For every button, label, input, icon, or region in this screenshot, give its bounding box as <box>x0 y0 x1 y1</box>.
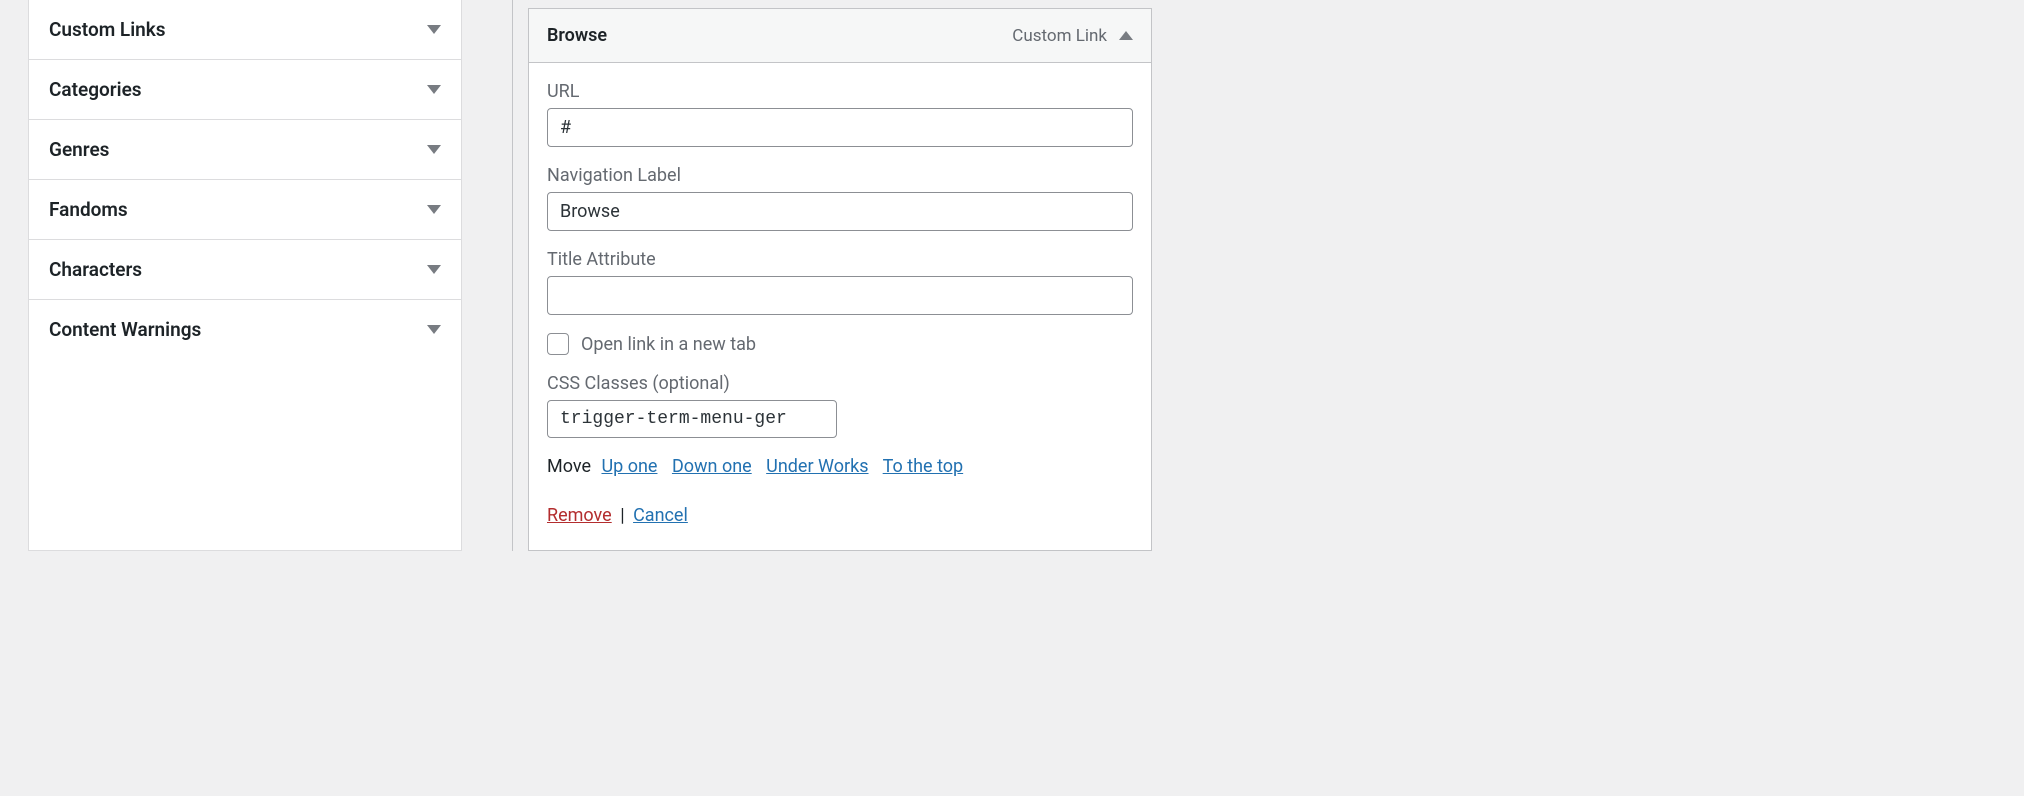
accordion-label: Genres <box>49 138 109 161</box>
menu-item-title: Browse <box>547 25 607 46</box>
field-group-css-classes: CSS Classes (optional) <box>547 373 1133 438</box>
field-group-title-attr: Title Attribute <box>547 249 1133 315</box>
move-down-one-link[interactable]: Down one <box>672 456 752 477</box>
accordion-item-genres[interactable]: Genres <box>29 119 461 179</box>
menu-item-type-label: Custom Link <box>1012 26 1107 46</box>
css-classes-input[interactable] <box>547 400 837 438</box>
field-group-url: URL <box>547 81 1133 147</box>
new-tab-label: Open link in a new tab <box>581 334 756 355</box>
menu-item-card: Browse Custom Link URL Navigation Label … <box>528 8 1152 551</box>
field-group-nav-label: Navigation Label <box>547 165 1133 231</box>
chevron-down-icon <box>427 265 441 274</box>
accordion-item-custom-links[interactable]: Custom Links <box>29 0 461 59</box>
menu-item-body: URL Navigation Label Title Attribute Ope… <box>529 63 1151 550</box>
menu-item-panel: Browse Custom Link URL Navigation Label … <box>512 0 1152 551</box>
action-row: Remove | Cancel <box>547 505 1133 526</box>
move-up-one-link[interactable]: Up one <box>601 456 657 477</box>
accordion-item-categories[interactable]: Categories <box>29 59 461 119</box>
nav-label-input[interactable] <box>547 192 1133 231</box>
nav-label-label: Navigation Label <box>547 165 1133 186</box>
cancel-link[interactable]: Cancel <box>633 505 688 526</box>
accordion-label: Categories <box>49 78 142 101</box>
move-label: Move <box>547 456 591 477</box>
chevron-down-icon <box>427 145 441 154</box>
url-input[interactable] <box>547 108 1133 147</box>
title-attr-input[interactable] <box>547 276 1133 315</box>
new-tab-checkbox[interactable] <box>547 333 569 355</box>
accordion-item-fandoms[interactable]: Fandoms <box>29 179 461 239</box>
title-attr-label: Title Attribute <box>547 249 1133 270</box>
accordion-label: Custom Links <box>49 18 166 41</box>
url-label: URL <box>547 81 1133 102</box>
accordion-item-content-warnings[interactable]: Content Warnings <box>29 299 461 359</box>
menu-item-header[interactable]: Browse Custom Link <box>529 9 1151 63</box>
chevron-down-icon <box>427 205 441 214</box>
chevron-up-icon <box>1119 31 1133 40</box>
chevron-down-icon <box>427 25 441 34</box>
accordion-label: Content Warnings <box>49 318 201 341</box>
remove-link[interactable]: Remove <box>547 505 612 526</box>
new-tab-row: Open link in a new tab <box>547 333 1133 355</box>
accordion-label: Characters <box>49 258 142 281</box>
move-to-top-link[interactable]: To the top <box>883 456 964 477</box>
accordion-label: Fandoms <box>49 198 128 221</box>
move-under-link[interactable]: Under Works <box>766 456 868 477</box>
css-classes-label: CSS Classes (optional) <box>547 373 1133 394</box>
action-separator: | <box>620 505 624 526</box>
accordion-item-characters[interactable]: Characters <box>29 239 461 299</box>
move-row: Move Up one Down one Under Works To the … <box>547 456 1133 477</box>
accordion-sidebar: Custom Links Categories Genres Fandoms C… <box>28 0 462 551</box>
chevron-down-icon <box>427 85 441 94</box>
menu-item-type: Custom Link <box>1012 26 1133 46</box>
chevron-down-icon <box>427 325 441 334</box>
